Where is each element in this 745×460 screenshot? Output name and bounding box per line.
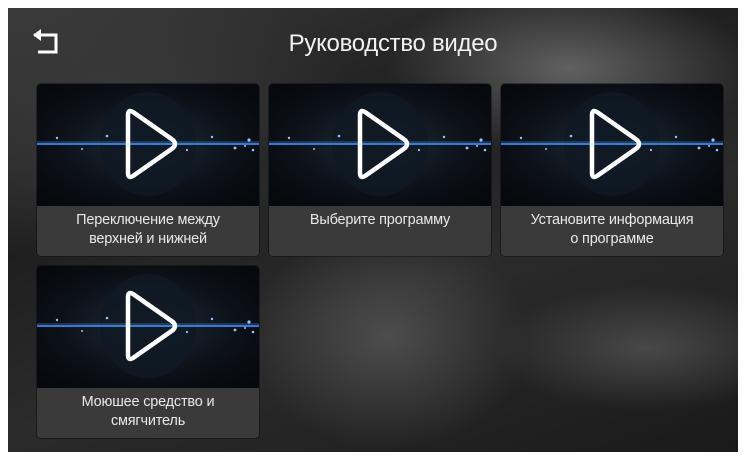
video-title-line-2: смягчитель: [110, 413, 186, 429]
video-title-line-2: верхней и нижней: [89, 231, 207, 247]
video-card-3[interactable]: Установите информация о программе: [501, 84, 723, 256]
video-caption: Выберите программу: [269, 206, 491, 256]
video-title-line-1: Установите информация: [530, 212, 694, 228]
video-title-line-2: о программе: [570, 231, 654, 247]
video-title-line-1: Моюшее средство и: [81, 394, 215, 410]
video-caption: Моюшее средство и смягчитель: [37, 388, 259, 438]
video-caption: Установите информация о программе: [501, 206, 723, 256]
page-title: Руководство видео: [288, 30, 498, 57]
video-card-2[interactable]: Выберите программу: [269, 84, 491, 256]
video-title-line-1: Переключение между: [76, 212, 220, 228]
video-thumbnail: [501, 84, 723, 206]
video-thumbnail: [37, 84, 259, 206]
video-title-line-1: Выберите программу: [309, 212, 451, 228]
video-card-1[interactable]: Переключение между верхней и нижней: [37, 84, 259, 256]
video-card-4[interactable]: Моюшее средство и смягчитель: [37, 266, 259, 438]
video-thumbnail: [269, 84, 491, 206]
video-caption: Переключение между верхней и нижней: [37, 206, 259, 256]
video-thumbnail: [37, 266, 259, 388]
video-guide-screen: Руководство видео Переключение между вер…: [8, 8, 738, 452]
